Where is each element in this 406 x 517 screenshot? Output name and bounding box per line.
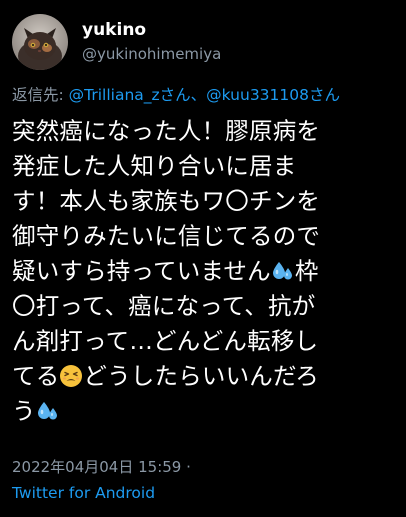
mention-trilliana[interactable]: @Trilliana_zさん	[69, 86, 191, 104]
tweet-line-9-text: う	[12, 397, 36, 425]
mention-kuu331108[interactable]: @kuu331108さん	[206, 86, 340, 104]
avatar-cat-image	[12, 14, 68, 70]
tweet-line-1: 突然癌になった人！膠原病を	[12, 117, 321, 145]
tweet-timestamp[interactable]: 2022年04月04日 15:59 ·	[12, 457, 191, 477]
tweet-line-8: てる どうしたらいいんだろ	[12, 359, 402, 394]
tweet-line-4: 御守りみたいに信じてるので	[12, 222, 321, 250]
user-names: yukino @yukinohimemiya	[82, 19, 221, 65]
tweet-line-5: 疑いすら持っていません枠	[12, 254, 402, 289]
tired-face-icon	[60, 365, 83, 387]
reply-to-line: 返信先: @Trilliana_zさん、@kuu331108さん	[12, 84, 340, 106]
tweet-line-3: す！本人も家族もワ〇チンを	[12, 187, 321, 215]
sweat-droplets-icon	[272, 262, 292, 280]
display-name[interactable]: yukino	[82, 19, 221, 41]
tweet-line-8-text: てる	[12, 362, 60, 390]
tweet-line-5-tail: 枠	[294, 257, 319, 285]
reply-prefix: 返信先:	[12, 86, 69, 104]
mention-separator: 、	[190, 86, 207, 104]
tweet-line-9: う	[12, 394, 402, 429]
user-handle[interactable]: @yukinohimemiya	[82, 43, 221, 65]
avatar[interactable]	[12, 14, 68, 70]
tweet: yukino @yukinohimemiya 返信先: @Trilliana_z…	[0, 0, 406, 517]
tweet-line-6: 〇打って、癌になって、抗が	[12, 292, 316, 320]
tweet-line-8-tail: どうしたらいいんだろ	[83, 362, 319, 390]
tweet-source-link[interactable]: Twitter for Android	[12, 482, 155, 504]
tweet-body: 突然癌になった人！膠原病を 発症した人知り合いに居ま す！本人も家族もワ〇チンを…	[12, 114, 402, 429]
tweet-header: yukino @yukinohimemiya	[12, 14, 221, 70]
tweet-line-7: ん剤打って…どんどん転移し	[12, 327, 319, 355]
sweat-droplets-icon	[37, 402, 57, 420]
tweet-line-5-text: 疑いすら持っていません	[12, 257, 271, 285]
tweet-line-2: 発症した人知り合いに居ま	[12, 152, 297, 180]
